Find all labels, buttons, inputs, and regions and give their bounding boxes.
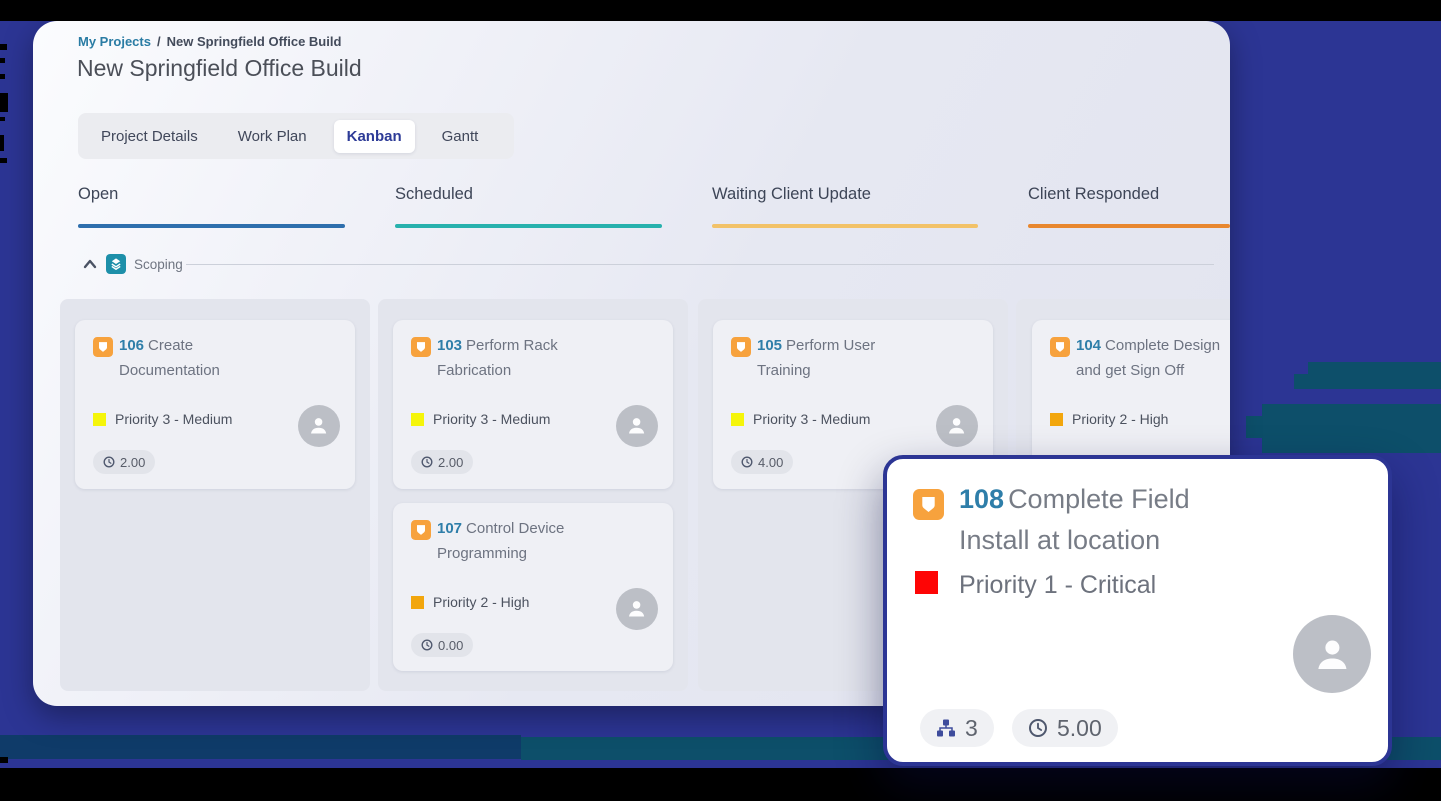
task-icon [731, 337, 751, 357]
hours-badge: 2.00 [93, 450, 155, 474]
person-icon [624, 596, 649, 621]
priority-color-swatch [93, 413, 106, 426]
background-bar [1246, 416, 1264, 438]
clock-icon [103, 456, 115, 468]
screen-edge-artifact [0, 58, 5, 63]
task-number: 108 [959, 484, 1004, 514]
task-card-108-zoomed[interactable]: 108Complete Field Install at location Pr… [883, 455, 1392, 766]
task-title: 105Perform User Training [757, 333, 925, 383]
group-divider [186, 264, 1214, 265]
assignee-avatar [616, 405, 658, 447]
column-header-scheduled: Scheduled [395, 185, 473, 204]
breadcrumb-link-my-projects[interactable]: My Projects [78, 34, 151, 49]
background-bar [0, 735, 521, 759]
screen-edge-artifact [0, 44, 7, 50]
priority-color-swatch [1050, 413, 1063, 426]
breadcrumb: My Projects / New Springfield Office Build [78, 34, 341, 49]
task-icon [411, 520, 431, 540]
priority-color-swatch [411, 596, 424, 609]
task-number: 104 [1076, 337, 1101, 354]
layers-icon [109, 257, 123, 271]
person-icon [944, 413, 969, 438]
hours-badge: 2.00 [411, 450, 473, 474]
assignee-avatar [1293, 615, 1371, 693]
task-title: 106Create Documentation [119, 333, 287, 383]
priority-label: Priority 3 - Medium [433, 411, 550, 427]
screen-edge-artifact [0, 135, 4, 151]
background-bar [1308, 362, 1441, 389]
column-underline-waiting [712, 224, 978, 228]
hours-value: 2.00 [120, 455, 145, 470]
screen-edge-artifact [0, 93, 8, 112]
task-icon [1050, 337, 1070, 357]
task-icon [93, 337, 113, 357]
hours-badge: 0.00 [411, 633, 473, 657]
hours-value: 4.00 [758, 455, 783, 470]
subtasks-badge: 3 [920, 709, 994, 747]
priority-color-swatch [731, 413, 744, 426]
view-tabs: Project Details Work Plan Kanban Gantt [78, 113, 514, 159]
group-badge [106, 254, 126, 274]
column-header-client-responded: Client Responded [1028, 185, 1159, 204]
screen-edge-artifact [0, 158, 7, 163]
task-icon [411, 337, 431, 357]
task-title: 107Control Device Programming [437, 516, 605, 566]
task-icon [913, 489, 944, 520]
clock-icon [741, 456, 753, 468]
priority-label: Priority 2 - High [1072, 411, 1168, 427]
clock-icon [421, 639, 433, 651]
column-header-waiting-client-update: Waiting Client Update [712, 185, 871, 204]
assignee-avatar [616, 588, 658, 630]
task-number: 106 [119, 337, 144, 354]
tab-project-details[interactable]: Project Details [88, 120, 211, 153]
tab-gantt[interactable]: Gantt [429, 120, 492, 153]
subtasks-count: 3 [965, 715, 978, 742]
clock-icon [421, 456, 433, 468]
task-number: 107 [437, 520, 462, 537]
screen-edge-artifact [0, 74, 5, 79]
person-icon [1309, 631, 1356, 678]
column-underline-open [78, 224, 345, 228]
clock-icon [1028, 718, 1048, 738]
hours-badge: 4.00 [731, 450, 793, 474]
column-header-open: Open [78, 185, 118, 204]
task-title: 103Perform Rack Fabrication [437, 333, 605, 383]
task-card-104[interactable]: 104Complete Design and get Sign Off Prio… [1032, 320, 1230, 476]
task-number: 103 [437, 337, 462, 354]
background-bar [1262, 404, 1441, 453]
task-number: 105 [757, 337, 782, 354]
priority-color-swatch [411, 413, 424, 426]
hours-value: 0.00 [438, 638, 463, 653]
breadcrumb-current: New Springfield Office Build [167, 34, 342, 49]
tab-kanban[interactable]: Kanban [334, 120, 415, 153]
screen-edge-artifact [0, 117, 5, 121]
assignee-avatar [298, 405, 340, 447]
priority-label: Priority 2 - High [433, 594, 529, 610]
column-underline-responded [1028, 224, 1230, 228]
task-card-106[interactable]: 106Create Documentation Priority 3 - Med… [75, 320, 355, 489]
page-title: New Springfield Office Build [77, 55, 362, 82]
collapse-chevron-icon[interactable] [83, 258, 97, 270]
assignee-avatar [936, 405, 978, 447]
background-bar [1294, 374, 1310, 389]
subtasks-icon [936, 718, 956, 738]
priority-color-swatch [915, 571, 938, 594]
task-card-107[interactable]: 107Control Device Programming Priority 2… [393, 503, 673, 671]
priority-label: Priority 3 - Medium [753, 411, 870, 427]
priority-label: Priority 3 - Medium [115, 411, 232, 427]
person-icon [306, 413, 331, 438]
task-card-103[interactable]: 103Perform Rack Fabrication Priority 3 -… [393, 320, 673, 489]
tab-work-plan[interactable]: Work Plan [225, 120, 320, 153]
hours-badge: 5.00 [1012, 709, 1118, 747]
task-title: 104Complete Design and get Sign Off [1076, 333, 1230, 383]
task-title: 108Complete Field Install at location [959, 479, 1259, 561]
group-label: Scoping [134, 257, 183, 272]
hours-value: 2.00 [438, 455, 463, 470]
person-icon [624, 413, 649, 438]
column-underline-scheduled [395, 224, 662, 228]
priority-label: Priority 1 - Critical [959, 571, 1156, 600]
screen-edge-artifact [0, 757, 8, 763]
breadcrumb-separator: / [157, 34, 161, 49]
hours-value: 5.00 [1057, 715, 1102, 742]
